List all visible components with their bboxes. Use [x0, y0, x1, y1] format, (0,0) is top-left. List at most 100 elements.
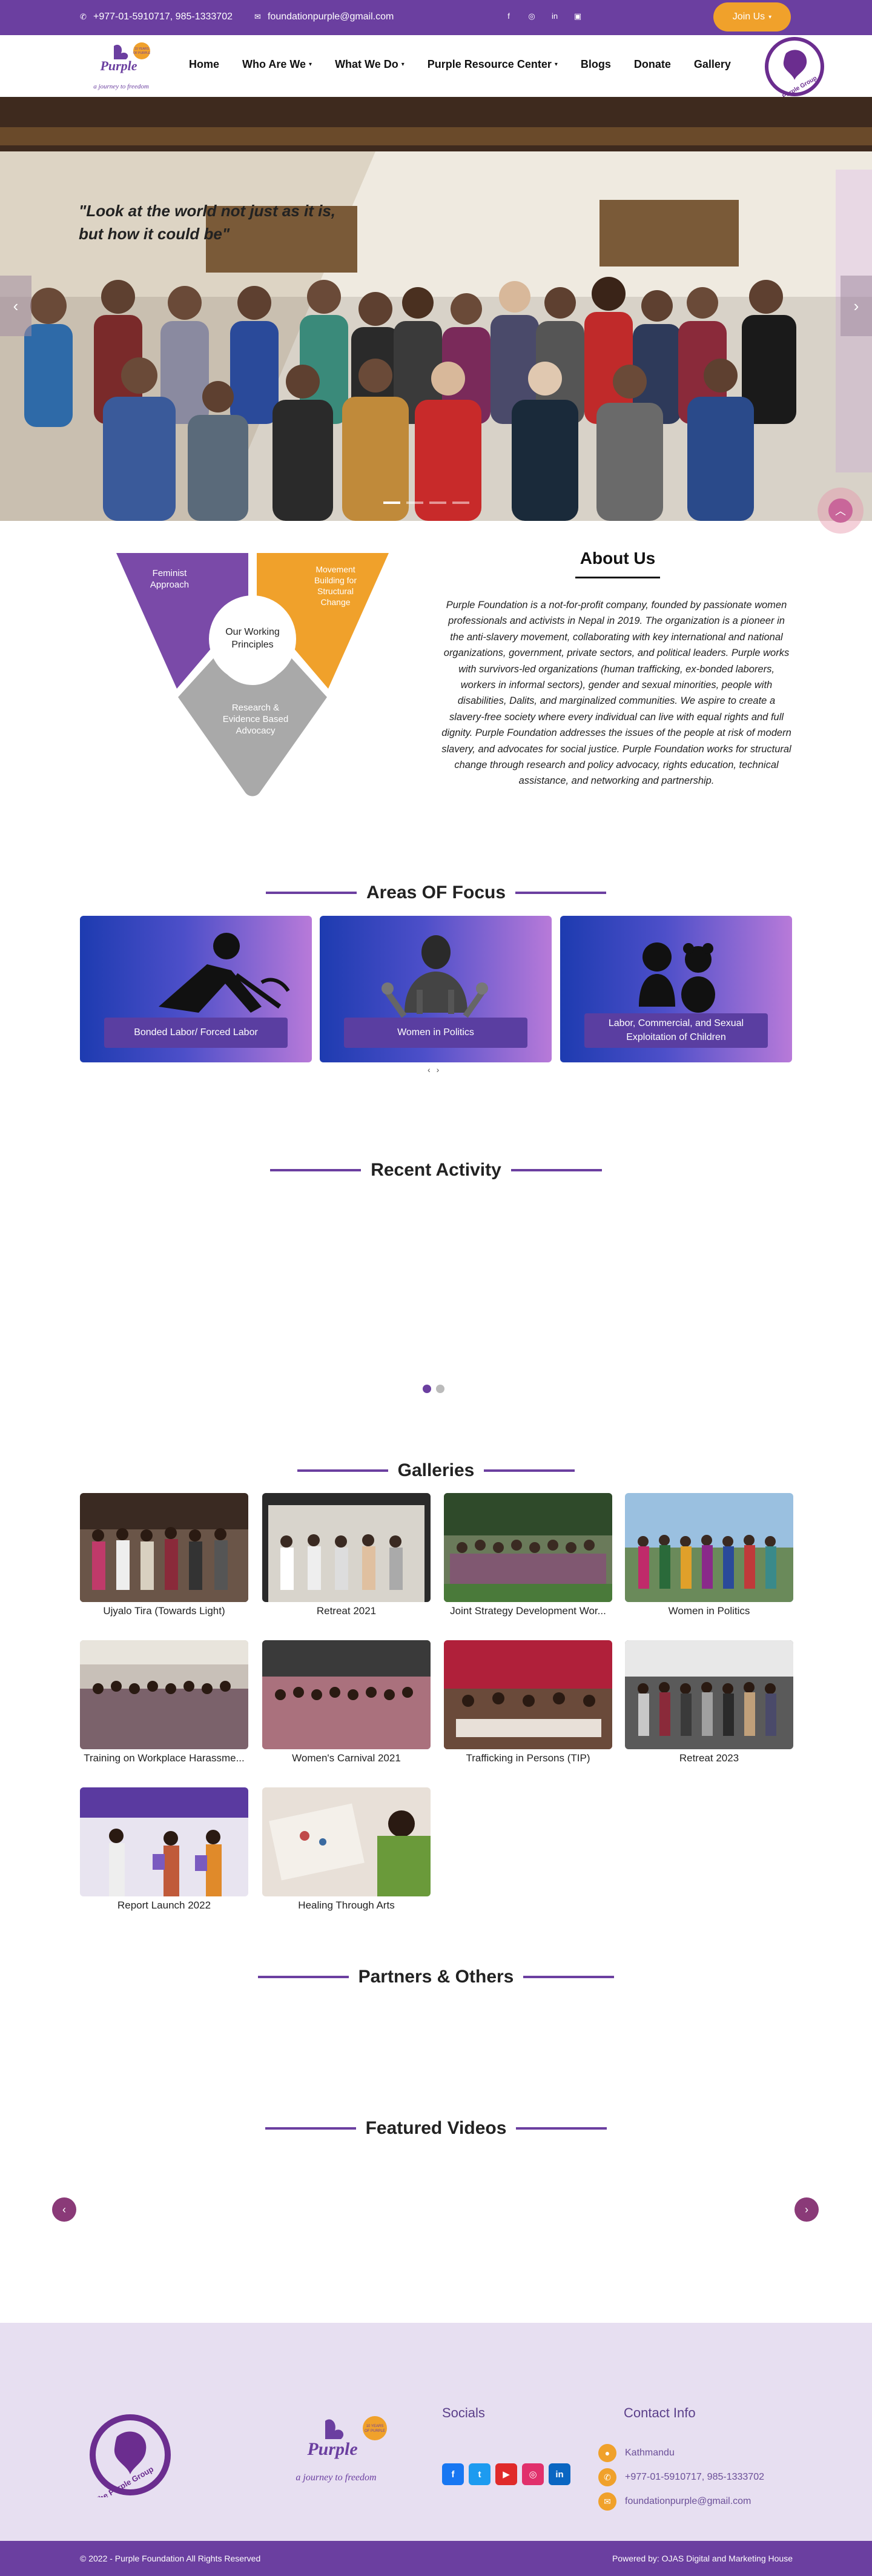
principle-research-line3: Advocacy: [236, 726, 276, 736]
gallery-item[interactable]: Joint Strategy Development Wor...: [444, 1493, 612, 1618]
footer-socials-title: Socials: [442, 2405, 485, 2420]
pagination-dot[interactable]: [436, 1385, 444, 1393]
principle-movement-line2: Building for: [314, 575, 357, 585]
footer-phone[interactable]: ✆ +977-01-5910717, 985-1333702: [598, 2468, 764, 2486]
instagram-icon[interactable]: ◎: [527, 12, 537, 21]
svg-text:10 YEARS: 10 YEARS: [366, 2425, 384, 2428]
hero-indicators: [383, 502, 469, 504]
gallery-photo: [262, 1493, 431, 1602]
top-phone[interactable]: ✆ +977-01-5910717, 985-1333702: [80, 12, 233, 22]
about-text: Purple Foundation is a not-for-profit co…: [441, 600, 791, 787]
purple-logo[interactable]: 10 YEARS OF PURPLE Purple a journey to f…: [79, 40, 164, 93]
gallery-item[interactable]: Retreat 2023: [625, 1640, 793, 1766]
hero-quote: "Look at the world not just as it is, bu…: [79, 200, 418, 245]
chevron-down-icon: ▾: [554, 61, 558, 68]
working-principles-diagram: Our Working Principles Feminist Approach…: [116, 553, 389, 796]
location-pin-icon: ●: [598, 2444, 616, 2462]
principle-research-line2: Evidence Based: [223, 714, 288, 724]
gallery-item[interactable]: Women in Politics: [625, 1493, 793, 1618]
gallery-caption: Retreat 2021: [316, 1605, 377, 1617]
gallery-item[interactable]: Healing Through Arts: [262, 1787, 431, 1913]
principle-movement-line1: Movement: [315, 565, 355, 574]
title-rule-left: [265, 892, 357, 894]
chevron-right-icon[interactable]: ›: [437, 1065, 440, 1074]
nav-resource-center[interactable]: Purple Resource Center ▾: [428, 58, 558, 71]
nav-blogs[interactable]: Blogs: [581, 58, 611, 71]
focus-card-bonded-labor[interactable]: Bonded Labor/ Forced Labor: [80, 916, 312, 1062]
gallery-caption: Women's Carnival 2021: [292, 1752, 401, 1764]
nav-who-are-we[interactable]: Who Are We ▾: [242, 58, 312, 71]
principle-movement-line3: Structural: [317, 586, 354, 596]
chevron-right-icon: ›: [805, 2203, 808, 2216]
purple-group-logo[interactable]: The Purple Group: [764, 36, 825, 97]
title-rule-left: [297, 1469, 388, 1472]
galleries-section-title: Galleries: [0, 1456, 872, 1481]
nav-resource-label: Purple Resource Center: [427, 58, 552, 70]
gallery-photo: [80, 1787, 248, 1896]
partners-section-title: Partners & Others: [0, 1962, 872, 1987]
facebook-icon[interactable]: f: [504, 12, 514, 21]
phone-icon: ✆: [80, 12, 87, 21]
chevron-left-icon: ‹: [62, 2203, 66, 2216]
gallery-item[interactable]: Retreat 2021: [262, 1493, 431, 1618]
footer-socials: f t ▶ ◎ in: [442, 2463, 570, 2485]
youtube-icon[interactable]: ▶: [495, 2463, 517, 2485]
hero-indicator[interactable]: [406, 502, 423, 504]
linkedin-icon[interactable]: in: [549, 2463, 570, 2485]
gallery-item[interactable]: Ujyalo Tira (Towards Light): [80, 1493, 248, 1618]
bottom-bar: © 2022 - Purple Foundation All Rights Re…: [0, 2541, 872, 2576]
footer-email[interactable]: ✉ foundationpurple@gmail.com: [598, 2492, 751, 2511]
galleries-title: Galleries: [397, 1460, 475, 1480]
svg-text:OF PURPLE: OF PURPLE: [365, 2429, 385, 2433]
gallery-item[interactable]: Women's Carnival 2021: [262, 1640, 431, 1766]
footer-email-text: foundationpurple@gmail.com: [625, 2496, 751, 2506]
videos-prev-button[interactable]: ‹: [52, 2197, 76, 2222]
gallery-photo: [625, 1493, 793, 1602]
nav-home-label: Home: [189, 58, 220, 70]
gallery-item[interactable]: Training on Workplace Harassme...: [80, 1640, 248, 1766]
pagination-dot[interactable]: [423, 1385, 431, 1393]
gallery-item[interactable]: Report Launch 2022: [80, 1787, 248, 1913]
hero-next-button[interactable]: ›: [841, 276, 872, 336]
top-email[interactable]: ✉ foundationpurple@gmail.com: [254, 12, 394, 22]
powered-by-text[interactable]: Powered by: OJAS Digital and Marketing H…: [612, 2554, 793, 2563]
hero-indicator[interactable]: [452, 502, 469, 504]
principle-research-line1: Research &: [232, 703, 279, 713]
svg-text:a journey to freedom: a journey to freedom: [93, 83, 149, 90]
principles-center-line2: Principles: [231, 640, 273, 650]
title-rule-left: [270, 1169, 362, 1171]
activity-pagination: [423, 1385, 444, 1393]
gallery-photo: [80, 1493, 248, 1602]
chevron-left-icon[interactable]: ‹: [428, 1065, 431, 1074]
join-us-button[interactable]: Join Us ▾: [713, 2, 791, 31]
nav-gallery[interactable]: Gallery: [694, 58, 731, 71]
nav-what-we-do[interactable]: What We Do ▾: [335, 58, 405, 71]
instagram-icon[interactable]: ◎: [522, 2463, 544, 2485]
gallery-item[interactable]: Trafficking in Persons (TIP): [444, 1640, 612, 1766]
hero-image: [0, 97, 872, 521]
youtube-icon[interactable]: ▣: [573, 12, 583, 21]
gallery-photo: [444, 1493, 612, 1602]
nav-donate-label: Donate: [633, 58, 671, 70]
scroll-top-button[interactable]: ︿: [818, 488, 864, 534]
top-bar: ✆ +977-01-5910717, 985-1333702 ✉ foundatio…: [0, 0, 872, 35]
hero-indicator[interactable]: [429, 502, 446, 504]
nav-donate[interactable]: Donate: [634, 58, 671, 71]
mail-icon: ✉: [598, 2492, 616, 2511]
videos-next-button[interactable]: ›: [794, 2197, 819, 2222]
svg-text:Purple: Purple: [99, 58, 137, 73]
linkedin-icon[interactable]: in: [550, 12, 560, 21]
videos-section-title: Featured Videos: [0, 2114, 872, 2139]
focus-card-child-exploitation[interactable]: Labor, Commercial, and Sexual Exploitati…: [560, 916, 792, 1062]
chevron-down-icon: ▾: [309, 61, 312, 68]
hero-quote-line1: "Look at the world not just as it is,: [79, 202, 336, 220]
focus-section-title: Areas OF Focus: [0, 878, 872, 903]
focus-card-women-politics[interactable]: Women in Politics: [320, 916, 552, 1062]
nav-home[interactable]: Home: [189, 58, 219, 71]
twitter-icon[interactable]: t: [469, 2463, 490, 2485]
svg-text:OF PURPLE: OF PURPLE: [133, 51, 151, 55]
hero-prev-button[interactable]: ‹: [0, 276, 31, 336]
nav-gallery-label: Gallery: [693, 58, 731, 70]
facebook-icon[interactable]: f: [442, 2463, 464, 2485]
hero-indicator[interactable]: [383, 502, 400, 504]
